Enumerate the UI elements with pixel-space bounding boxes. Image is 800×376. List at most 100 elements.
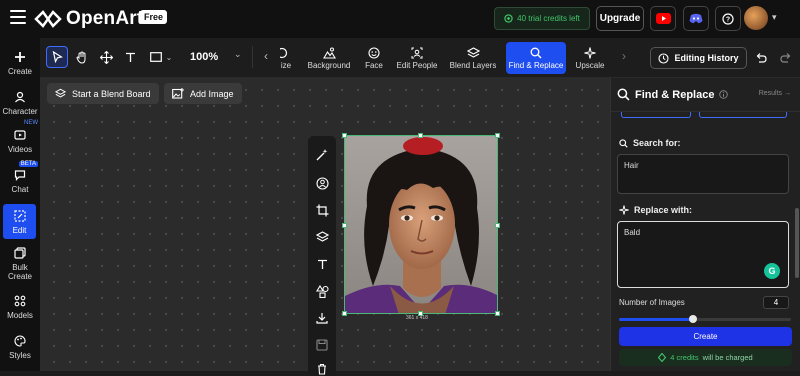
move-tool[interactable] xyxy=(96,46,116,68)
hand-tool[interactable] xyxy=(72,46,92,68)
text-icon xyxy=(125,52,135,62)
divider xyxy=(252,46,253,68)
resize-handle[interactable] xyxy=(495,223,500,228)
download-icon[interactable] xyxy=(315,311,329,325)
feature-upscale[interactable]: Upscale xyxy=(572,42,608,74)
grammarly-icon[interactable]: G xyxy=(764,263,780,279)
select-tool[interactable] xyxy=(46,46,68,68)
editor-canvas[interactable]: Start a Blend Board Add Image 361 x 418 xyxy=(40,78,610,376)
plus-icon xyxy=(13,50,27,64)
sidebar-item-styles[interactable]: Styles xyxy=(0,334,40,360)
user-avatar[interactable] xyxy=(744,6,768,30)
replace-input[interactable]: Bald G xyxy=(617,221,789,288)
feature-label: Blend Layers xyxy=(449,60,497,70)
sidebar-item-videos[interactable]: NEW Videos xyxy=(0,120,40,154)
sidebar-item-character[interactable]: Character xyxy=(0,90,40,116)
sidebar-item-bulk-create[interactable]: Bulk Create xyxy=(0,246,40,281)
start-blend-board-label: Start a Blend Board xyxy=(72,88,151,99)
feature-edit-people[interactable]: Edit People xyxy=(396,42,438,74)
slider-knob[interactable] xyxy=(688,315,697,323)
replace-with-label-row: Replace with: xyxy=(619,205,692,215)
sidebar-item-label: Chat xyxy=(11,185,29,194)
panel-scrollbar[interactable] xyxy=(795,208,799,278)
edit-icon xyxy=(13,209,27,223)
editing-history-label: Editing History xyxy=(674,53,739,63)
crop-icon[interactable] xyxy=(315,203,329,217)
menu-icon[interactable] xyxy=(10,10,26,24)
shape-tool[interactable]: ⌄ xyxy=(146,46,176,68)
redo-icon[interactable] xyxy=(780,52,792,63)
discord-icon xyxy=(689,13,703,24)
scroll-left-icon[interactable]: ‹ xyxy=(264,49,268,63)
chat-icon xyxy=(13,168,27,182)
history-bar: › Editing History xyxy=(610,38,800,78)
move-icon xyxy=(99,50,113,64)
feature-face[interactable]: Face xyxy=(360,42,388,74)
palette-icon xyxy=(13,334,27,348)
credits-indicator[interactable]: 40 trial credits left xyxy=(494,7,590,30)
layers-icon[interactable] xyxy=(315,230,329,244)
add-image-label: Add Image xyxy=(190,88,234,99)
search-input[interactable]: Hair xyxy=(617,154,789,194)
editing-history-button[interactable]: Editing History xyxy=(650,47,747,69)
logo[interactable]: OpenArt xyxy=(34,8,143,30)
resize-handle[interactable] xyxy=(342,133,347,138)
top-bar: OpenArt Free 40 trial credits left Upgra… xyxy=(0,0,800,38)
help-button[interactable]: ? xyxy=(715,6,741,31)
feature-label: ize xyxy=(280,60,292,70)
resize-handle[interactable] xyxy=(342,311,347,316)
resize-handle[interactable] xyxy=(418,133,423,138)
background-icon xyxy=(322,47,336,59)
face-swap-icon[interactable] xyxy=(315,176,329,190)
partial-field[interactable] xyxy=(699,112,787,118)
results-link[interactable]: Results → xyxy=(759,90,791,97)
youtube-button[interactable] xyxy=(650,6,676,31)
feature-find-replace[interactable]: Find & Replace xyxy=(506,42,566,74)
add-image-button[interactable]: Add Image xyxy=(164,83,242,104)
partial-field[interactable] xyxy=(621,112,691,118)
copy-icon xyxy=(13,246,27,260)
create-button[interactable]: Create xyxy=(619,327,792,346)
sparkle-icon xyxy=(584,46,596,59)
zoom-level[interactable]: 100% xyxy=(190,51,218,63)
resize-handle[interactable] xyxy=(495,133,500,138)
rectangle-icon xyxy=(149,52,162,62)
undo-icon[interactable] xyxy=(755,52,767,63)
resize-handle[interactable] xyxy=(342,223,347,228)
feature-background[interactable]: Background xyxy=(306,42,352,74)
number-of-images-label: Number of Images xyxy=(619,298,685,307)
number-of-images-input[interactable]: 4 xyxy=(763,296,789,309)
selected-image[interactable] xyxy=(344,135,498,314)
chevron-down-icon[interactable]: ▾ xyxy=(772,12,777,23)
sidebar-item-chat[interactable]: BETA Chat xyxy=(0,161,40,194)
save-icon[interactable] xyxy=(315,338,329,352)
resize-handle[interactable] xyxy=(495,311,500,316)
feature-label: Background xyxy=(307,60,351,70)
zoom-chevron-icon[interactable]: ⌄ xyxy=(234,49,242,60)
grid-icon xyxy=(13,294,27,308)
start-blend-board-button[interactable]: Start a Blend Board xyxy=(47,83,159,104)
new-badge: NEW xyxy=(24,120,38,126)
replace-input-value: Bald xyxy=(624,228,641,237)
sidebar-item-label: Character xyxy=(2,107,38,116)
image-dimensions-label: 361 x 418 xyxy=(406,315,428,321)
replace-with-label: Replace with: xyxy=(634,205,693,215)
info-icon[interactable] xyxy=(719,90,729,99)
text-tool[interactable] xyxy=(120,46,140,68)
sidebar-item-label: Create xyxy=(7,67,32,76)
sidebar-item-create[interactable]: Create xyxy=(0,50,40,76)
text-icon[interactable] xyxy=(315,257,329,271)
scroll-right-icon[interactable]: › xyxy=(622,49,626,63)
magic-wand-icon[interactable] xyxy=(315,148,329,162)
number-of-images-slider[interactable] xyxy=(619,315,791,323)
feature-blend-layers[interactable]: Blend Layers xyxy=(448,42,498,74)
shapes-icon[interactable] xyxy=(315,284,329,298)
feature-resize[interactable]: ize xyxy=(276,42,296,74)
upgrade-button[interactable]: Upgrade xyxy=(596,6,644,31)
sidebar-item-edit[interactable]: Edit xyxy=(3,204,36,239)
sidebar-item-models[interactable]: Models xyxy=(0,294,40,320)
discord-button[interactable] xyxy=(683,6,709,31)
delete-icon[interactable] xyxy=(315,362,329,376)
results-label: Results xyxy=(758,90,783,97)
openart-logo-icon xyxy=(34,10,62,28)
